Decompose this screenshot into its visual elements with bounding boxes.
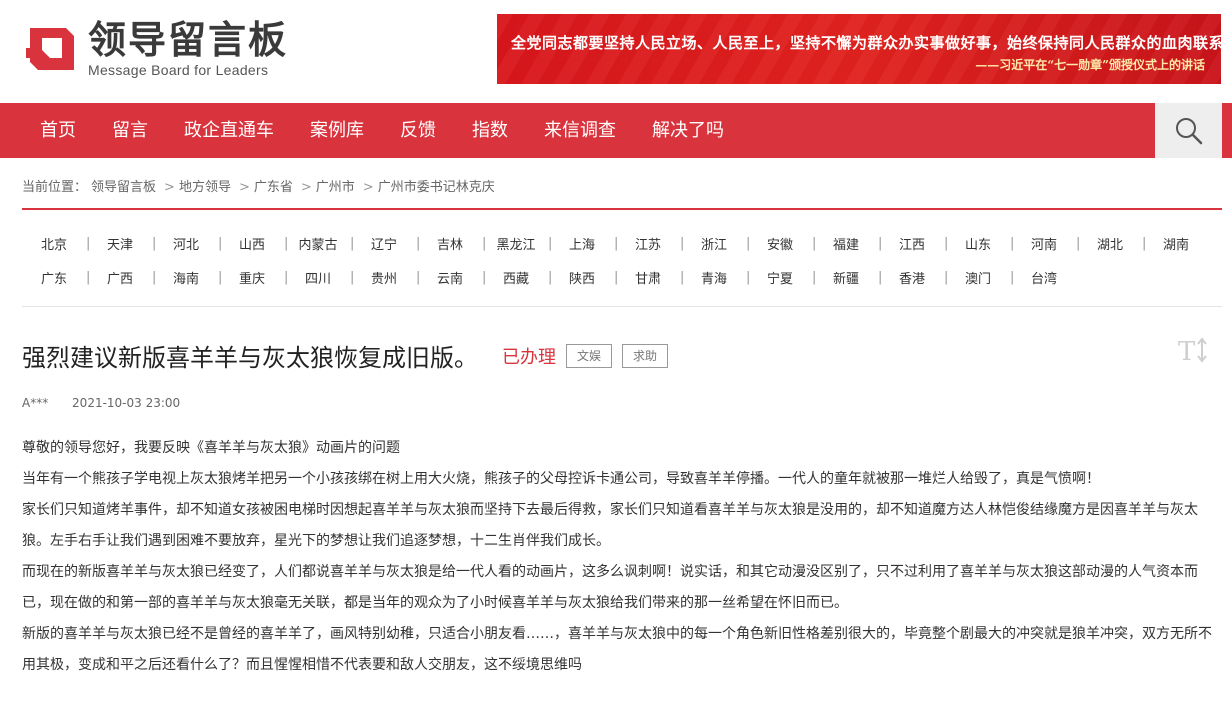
region-link[interactable]: 吉林 bbox=[418, 234, 482, 253]
breadcrumb-item[interactable]: 广东省 bbox=[254, 180, 293, 195]
nav-item-solved[interactable]: 解决了吗 bbox=[634, 103, 742, 158]
region-link[interactable]: 北京 bbox=[22, 234, 86, 253]
region-link[interactable]: 甘肃 bbox=[616, 268, 680, 287]
status-badge: 已办理 bbox=[502, 346, 556, 368]
banner-quote: 全党同志都要坚持人民立场、人民至上，坚持不懈为群众办实事做好事，始终保持同人民群… bbox=[511, 34, 1221, 52]
nav-item-survey[interactable]: 来信调查 bbox=[526, 103, 634, 158]
region-link[interactable]: 贵州 bbox=[352, 268, 416, 287]
breadcrumb-item[interactable]: 广州市 bbox=[316, 180, 355, 195]
region-list: 北京 | 天津 | 河北 | 山西 | 内蒙古 | 辽宁 | 吉林 | 黑龙江 | 上海 | 江苏 | 浙江 | 安徽 | 福建… bbox=[22, 226, 1222, 294]
region-link[interactable]: 香港 bbox=[880, 268, 944, 287]
region-link[interactable]: 辽宁 bbox=[352, 234, 416, 253]
post-meta: A*** 2021-10-03 23:00 bbox=[22, 396, 200, 410]
region-link[interactable]: 上海 bbox=[550, 234, 614, 253]
nav-item-index[interactable]: 指数 bbox=[454, 103, 526, 158]
banner-quote-source: ——习近平在“七一勋章”颁授仪式上的讲话 bbox=[975, 58, 1205, 72]
region-link[interactable]: 山西 bbox=[220, 234, 284, 253]
search-button[interactable] bbox=[1155, 103, 1222, 158]
post-paragraph: 而现在的新版喜羊羊与灰太狼已经变了，人们都说喜羊羊与灰太狼是给一代人看的动画片，… bbox=[22, 564, 1198, 611]
region-link[interactable]: 山东 bbox=[946, 234, 1010, 253]
font-size-button[interactable]: T bbox=[1176, 336, 1210, 367]
nav-item-cases[interactable]: 案例库 bbox=[292, 103, 382, 158]
region-row-1: 北京 | 天津 | 河北 | 山西 | 内蒙古 | 辽宁 | 吉林 | 黑龙江 | 上海 | 江苏 | 浙江 | 安徽 | 福建… bbox=[22, 226, 1222, 260]
logo-mark-icon bbox=[26, 28, 74, 70]
region-link[interactable]: 新疆 bbox=[814, 268, 878, 287]
logo-subtitle: Message Board for Leaders bbox=[88, 62, 269, 78]
region-link[interactable]: 重庆 bbox=[220, 268, 284, 287]
quote-banner: 全党同志都要坚持人民立场、人民至上，坚持不懈为群众办实事做好事，始终保持同人民群… bbox=[497, 14, 1221, 84]
region-link[interactable]: 河北 bbox=[154, 234, 218, 253]
region-link[interactable]: 云南 bbox=[418, 268, 482, 287]
region-link[interactable]: 安徽 bbox=[748, 234, 812, 253]
region-link[interactable]: 广东 bbox=[22, 268, 86, 287]
regions-divider bbox=[22, 306, 1222, 307]
region-link[interactable]: 海南 bbox=[154, 268, 218, 287]
site-header: 领导留言板 Message Board for Leaders 全党同志都要坚持… bbox=[0, 0, 1232, 103]
region-link[interactable]: 天津 bbox=[88, 234, 152, 253]
region-link[interactable]: 澳门 bbox=[946, 268, 1010, 287]
post-paragraph: 家长们只知道烤羊事件，却不知道女孩被困电梯时因想起喜羊羊与灰太狼而坚持下去最后得… bbox=[22, 502, 1198, 549]
nav-item-feedback[interactable]: 反馈 bbox=[382, 103, 454, 158]
nav-item-message[interactable]: 留言 bbox=[94, 103, 166, 158]
breadcrumb-item-current[interactable]: 广州市委书记林克庆 bbox=[378, 180, 495, 195]
region-link[interactable]: 四川 bbox=[286, 268, 350, 287]
region-link[interactable]: 陕西 bbox=[550, 268, 614, 287]
nav-item-home[interactable]: 首页 bbox=[22, 103, 94, 158]
main-nav: 首页 留言 政企直通车 案例库 反馈 指数 来信调查 解决了吗 bbox=[0, 103, 1232, 158]
breadcrumb-label: 当前位置： bbox=[22, 180, 88, 195]
breadcrumb-item[interactable]: 领导留言板 bbox=[91, 180, 156, 195]
post-time: 2021-10-03 23:00 bbox=[72, 396, 181, 410]
post-author: A*** bbox=[22, 396, 49, 410]
region-link[interactable]: 黑龙江 bbox=[484, 234, 548, 253]
region-link[interactable]: 浙江 bbox=[682, 234, 746, 253]
region-link[interactable]: 河南 bbox=[1012, 234, 1076, 253]
search-icon bbox=[1175, 117, 1202, 144]
region-link[interactable]: 江苏 bbox=[616, 234, 680, 253]
region-link[interactable]: 青海 bbox=[682, 268, 746, 287]
nav-item-gov-enterprise[interactable]: 政企直通车 bbox=[166, 103, 292, 158]
post-title-row: 强烈建议新版喜羊羊与灰太狼恢复成旧版。 已办理 文娱 求助 bbox=[22, 338, 669, 373]
text-size-icon: T bbox=[1178, 337, 1207, 367]
breadcrumb-separator: > bbox=[238, 180, 250, 195]
breadcrumb-separator: > bbox=[164, 180, 175, 195]
breadcrumb-divider bbox=[22, 208, 1222, 210]
region-link[interactable]: 江西 bbox=[880, 234, 944, 253]
post-paragraph: 当年有一个熊孩子学电视上灰太狼烤羊把另一个小孩孩绑在树上用大火烧，熊孩子的父母控… bbox=[22, 471, 1100, 487]
region-link[interactable]: 西藏 bbox=[484, 268, 548, 287]
post-title: 强烈建议新版喜羊羊与灰太狼恢复成旧版。 bbox=[22, 344, 478, 372]
breadcrumb: 当前位置： 领导留言板 > 地方领导 > 广东省 > 广州市 > 广州市委书记林克庆 bbox=[22, 176, 499, 195]
post-paragraph: 尊敬的领导您好，我要反映《喜羊羊与灰太狼》动画片的问题 bbox=[22, 440, 400, 456]
region-link[interactable]: 福建 bbox=[814, 234, 878, 253]
breadcrumb-separator: > bbox=[300, 180, 312, 195]
breadcrumb-item[interactable]: 地方领导 bbox=[179, 180, 231, 195]
region-link[interactable]: 广西 bbox=[88, 268, 152, 287]
breadcrumb-separator: > bbox=[362, 180, 374, 195]
region-link[interactable]: 湖南 bbox=[1144, 234, 1208, 253]
region-link[interactable]: 宁夏 bbox=[748, 268, 812, 287]
nav-items: 首页 留言 政企直通车 案例库 反馈 指数 来信调查 解决了吗 bbox=[22, 103, 742, 158]
region-link[interactable]: 湖北 bbox=[1078, 234, 1142, 253]
tag-help[interactable]: 求助 bbox=[622, 343, 669, 368]
tag-entertainment[interactable]: 文娱 bbox=[566, 343, 613, 368]
region-link[interactable]: 内蒙古 bbox=[286, 234, 350, 253]
post-content: 尊敬的领导您好，我要反映《喜羊羊与灰太狼》动画片的问题 当年有一个熊孩子学电视上… bbox=[22, 433, 1222, 681]
post-paragraph: 新版的喜羊羊与灰太狼已经不是曾经的喜羊羊了，画风特别幼稚，只适合小朋友看……，喜… bbox=[22, 626, 1212, 673]
svg-text:T: T bbox=[1178, 337, 1196, 364]
logo-title: 领导留言板 bbox=[88, 18, 289, 62]
region-link[interactable]: 台湾 bbox=[1012, 268, 1076, 287]
region-row-2: 广东 | 广西 | 海南 | 重庆 | 四川 | 贵州 | 云南 | 西藏 | 陕西 | 甘肃 | 青海 | 宁夏 | 新疆 | 香… bbox=[22, 260, 1222, 294]
site-logo[interactable]: 领导留言板 Message Board for Leaders bbox=[22, 18, 288, 78]
